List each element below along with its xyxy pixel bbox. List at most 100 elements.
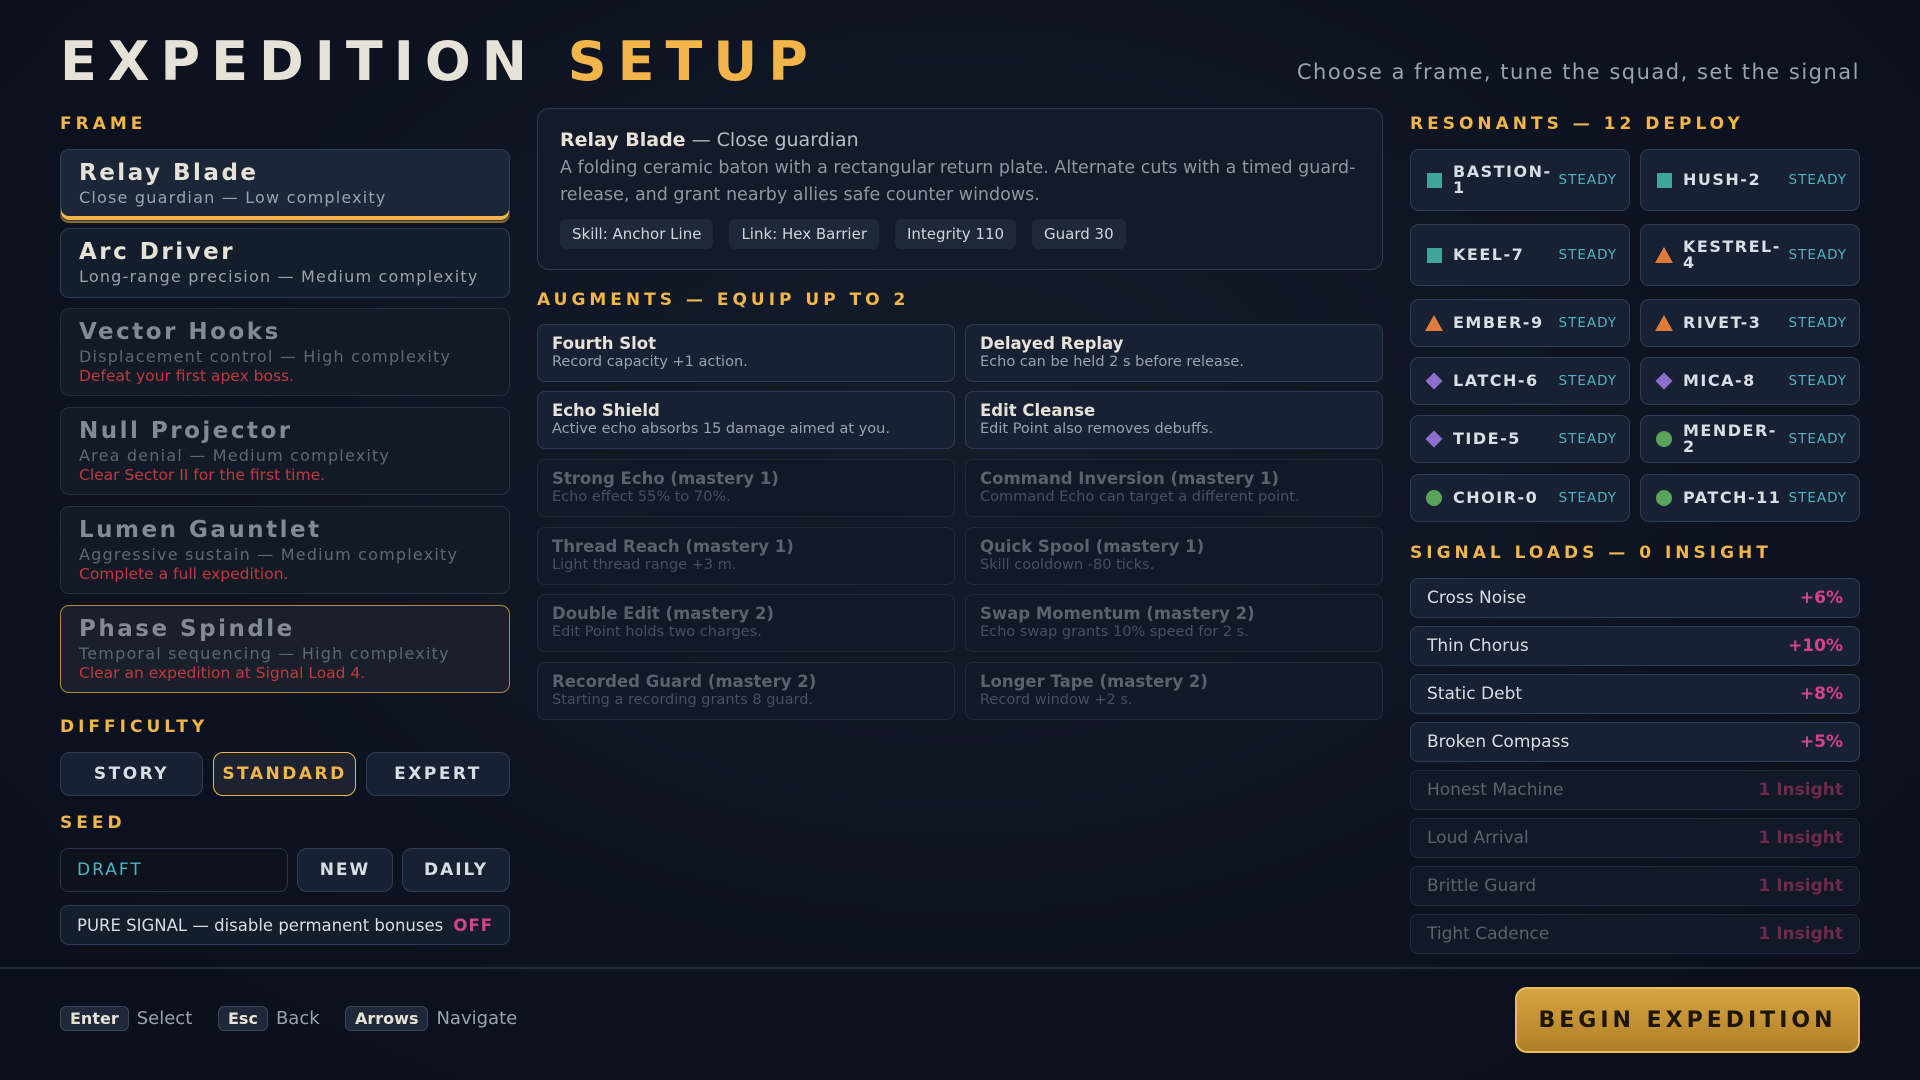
resonant-status: STEADY [1558, 247, 1617, 263]
augment-name: Echo Shield [552, 401, 660, 420]
pure-signal-toggle[interactable]: PURE SIGNAL — disable permanent bonuses … [60, 905, 510, 945]
augment-name: Thread Reach (mastery 1) [552, 537, 794, 556]
resonant-card[interactable]: KESTREL-4 STEADY [1640, 224, 1860, 286]
pure-signal-label: PURE SIGNAL — disable permanent bonuses [77, 915, 444, 935]
key-hint-enter: Enter Select [60, 1006, 192, 1031]
keycap-arrows: Arrows [345, 1006, 429, 1031]
augment-name: Longer Tape (mastery 2) [980, 672, 1208, 691]
resonant-name: CHOIR-0 [1453, 488, 1539, 507]
signal-load-name: Honest Machine [1427, 780, 1564, 800]
seed-new-button[interactable]: NEW [297, 848, 393, 892]
keycap-esc: Esc [218, 1006, 268, 1031]
frame-detail-panel: Relay Blade — Close guardian A folding c… [537, 108, 1383, 270]
frame-desc: Close guardian — Low complexity [79, 188, 387, 207]
resonant-card[interactable]: TIDE-5 STEADY [1410, 415, 1630, 463]
signal-load-row[interactable]: Cross Noise +6% [1410, 578, 1860, 618]
resonant-card[interactable]: MENDER-2 STEADY [1640, 415, 1860, 463]
diamond-icon [1655, 372, 1673, 390]
signal-load-cost: 1 Insight [1758, 828, 1843, 848]
augment-name: Edit Cleanse [980, 401, 1096, 420]
signal-load-name: Broken Compass [1427, 732, 1570, 752]
signal-load-row-locked[interactable]: Tight Cadence 1 Insight [1410, 914, 1860, 954]
augment-card-locked[interactable]: Swap Momentum (mastery 2) Echo swap gran… [965, 594, 1383, 652]
resonant-card[interactable]: KEEL-7 STEADY [1410, 224, 1630, 286]
frame-desc: Temporal sequencing — High complexity [79, 644, 450, 663]
augment-card-locked[interactable]: Double Edit (mastery 2) Edit Point holds… [537, 594, 955, 652]
resonant-card[interactable]: BASTION-1 STEADY [1410, 149, 1630, 211]
resonant-card[interactable]: CHOIR-0 STEADY [1410, 474, 1630, 522]
signal-load-value: +6% [1799, 588, 1843, 608]
augment-card-locked[interactable]: Longer Tape (mastery 2) Record window +2… [965, 662, 1383, 720]
resonant-card[interactable]: PATCH-11 STEADY [1640, 474, 1860, 522]
signal-load-row-locked[interactable]: Loud Arrival 1 Insight [1410, 818, 1860, 858]
frame-card-null-projector[interactable]: Null Projector Area denial — Medium comp… [60, 407, 510, 495]
frame-desc: Displacement control — High complexity [79, 347, 452, 366]
resonant-name: MENDER-2 [1683, 421, 1777, 456]
resonant-status: STEADY [1788, 490, 1847, 506]
resonant-card[interactable]: MICA-8 STEADY [1640, 357, 1860, 405]
augment-card-locked[interactable]: Strong Echo (mastery 1) Echo effect 55% … [537, 459, 955, 517]
augment-name: Delayed Replay [980, 334, 1124, 353]
frame-card-relay-blade[interactable]: Relay Blade Close guardian — Low complex… [60, 149, 510, 221]
difficulty-story-button[interactable]: STORY [60, 752, 203, 796]
detail-chip-guard: Guard 30 [1032, 219, 1126, 249]
difficulty-expert-button[interactable]: EXPERT [366, 752, 510, 796]
signal-load-name: Cross Noise [1427, 588, 1527, 608]
frame-card-lumen-gauntlet[interactable]: Lumen Gauntlet Aggressive sustain — Medi… [60, 506, 510, 594]
keycap-enter: Enter [60, 1006, 129, 1031]
seed-input[interactable] [60, 848, 288, 892]
augment-card-locked[interactable]: Command Inversion (mastery 1) Command Ec… [965, 459, 1383, 517]
square-icon [1425, 246, 1443, 264]
begin-expedition-button[interactable]: BEGIN EXPEDITION [1515, 987, 1860, 1053]
augment-card[interactable]: Edit Cleanse Edit Point also removes deb… [965, 391, 1383, 449]
resonant-status: STEADY [1558, 315, 1617, 331]
augment-card[interactable]: Delayed Replay Echo can be held 2 s befo… [965, 324, 1383, 382]
resonant-name: KEEL-7 [1453, 245, 1525, 264]
frame-card-phase-spindle[interactable]: Phase Spindle Temporal sequencing — High… [60, 605, 510, 693]
difficulty-section-label: DIFFICULTY [60, 717, 209, 737]
signal-load-value: +5% [1799, 732, 1843, 752]
signal-load-cost: 1 Insight [1758, 780, 1843, 800]
augment-desc: Record window +2 s. [980, 692, 1133, 708]
augment-desc: Light thread range +3 m. [552, 557, 737, 573]
augment-card-locked[interactable]: Thread Reach (mastery 1) Light thread ra… [537, 527, 955, 585]
augment-desc: Echo can be held 2 s before release. [980, 354, 1244, 370]
circle-icon [1425, 489, 1443, 507]
augment-desc: Starting a recording grants 8 guard. [552, 692, 814, 708]
augment-card[interactable]: Fourth Slot Record capacity +1 action. [537, 324, 955, 382]
resonant-card[interactable]: HUSH-2 STEADY [1640, 149, 1860, 211]
resonant-name: RIVET-3 [1683, 313, 1762, 332]
resonant-status: STEADY [1788, 172, 1847, 188]
resonant-name: EMBER-9 [1453, 313, 1544, 332]
frame-card-arc-driver[interactable]: Arc Driver Long-range precision — Medium… [60, 228, 510, 298]
signal-load-row[interactable]: Static Debt +8% [1410, 674, 1860, 714]
augment-card-locked[interactable]: Recorded Guard (mastery 2) Starting a re… [537, 662, 955, 720]
resonant-name: BASTION-1 [1453, 162, 1552, 197]
resonant-card[interactable]: LATCH-6 STEADY [1410, 357, 1630, 405]
resonant-card[interactable]: EMBER-9 STEADY [1410, 299, 1630, 347]
frame-desc: Area denial — Medium complexity [79, 446, 391, 465]
diamond-icon [1425, 430, 1443, 448]
signal-load-row[interactable]: Broken Compass +5% [1410, 722, 1860, 762]
augment-card-locked[interactable]: Quick Spool (mastery 1) Skill cooldown -… [965, 527, 1383, 585]
seed-daily-button[interactable]: DAILY [402, 848, 510, 892]
resonant-card[interactable]: RIVET-3 STEADY [1640, 299, 1860, 347]
signal-load-row[interactable]: Thin Chorus +10% [1410, 626, 1860, 666]
key-hint-arrows: Arrows Navigate [345, 1006, 517, 1031]
signal-load-row-locked[interactable]: Brittle Guard 1 Insight [1410, 866, 1860, 906]
frame-card-vector-hooks[interactable]: Vector Hooks Displacement control — High… [60, 308, 510, 396]
key-hint-esc: Esc Back [218, 1006, 320, 1031]
augment-card[interactable]: Echo Shield Active echo absorbs 15 damag… [537, 391, 955, 449]
signal-load-cost: 1 Insight [1758, 876, 1843, 896]
key-hint-label: Select [136, 1008, 193, 1029]
detail-frame-name: Relay Blade [560, 129, 686, 151]
augment-desc: Edit Point also removes debuffs. [980, 421, 1214, 437]
augment-desc: Active echo absorbs 15 damage aimed at y… [552, 421, 890, 437]
triangle-icon [1655, 246, 1673, 264]
signal-load-row-locked[interactable]: Honest Machine 1 Insight [1410, 770, 1860, 810]
page-subtitle: Choose a frame, tune the squad, set the … [1296, 60, 1860, 84]
frame-name: Relay Blade [79, 160, 259, 186]
difficulty-standard-button[interactable]: STANDARD [213, 752, 356, 796]
frame-name: Lumen Gauntlet [79, 517, 322, 543]
detail-chip-link: Link: Hex Barrier [729, 219, 879, 249]
